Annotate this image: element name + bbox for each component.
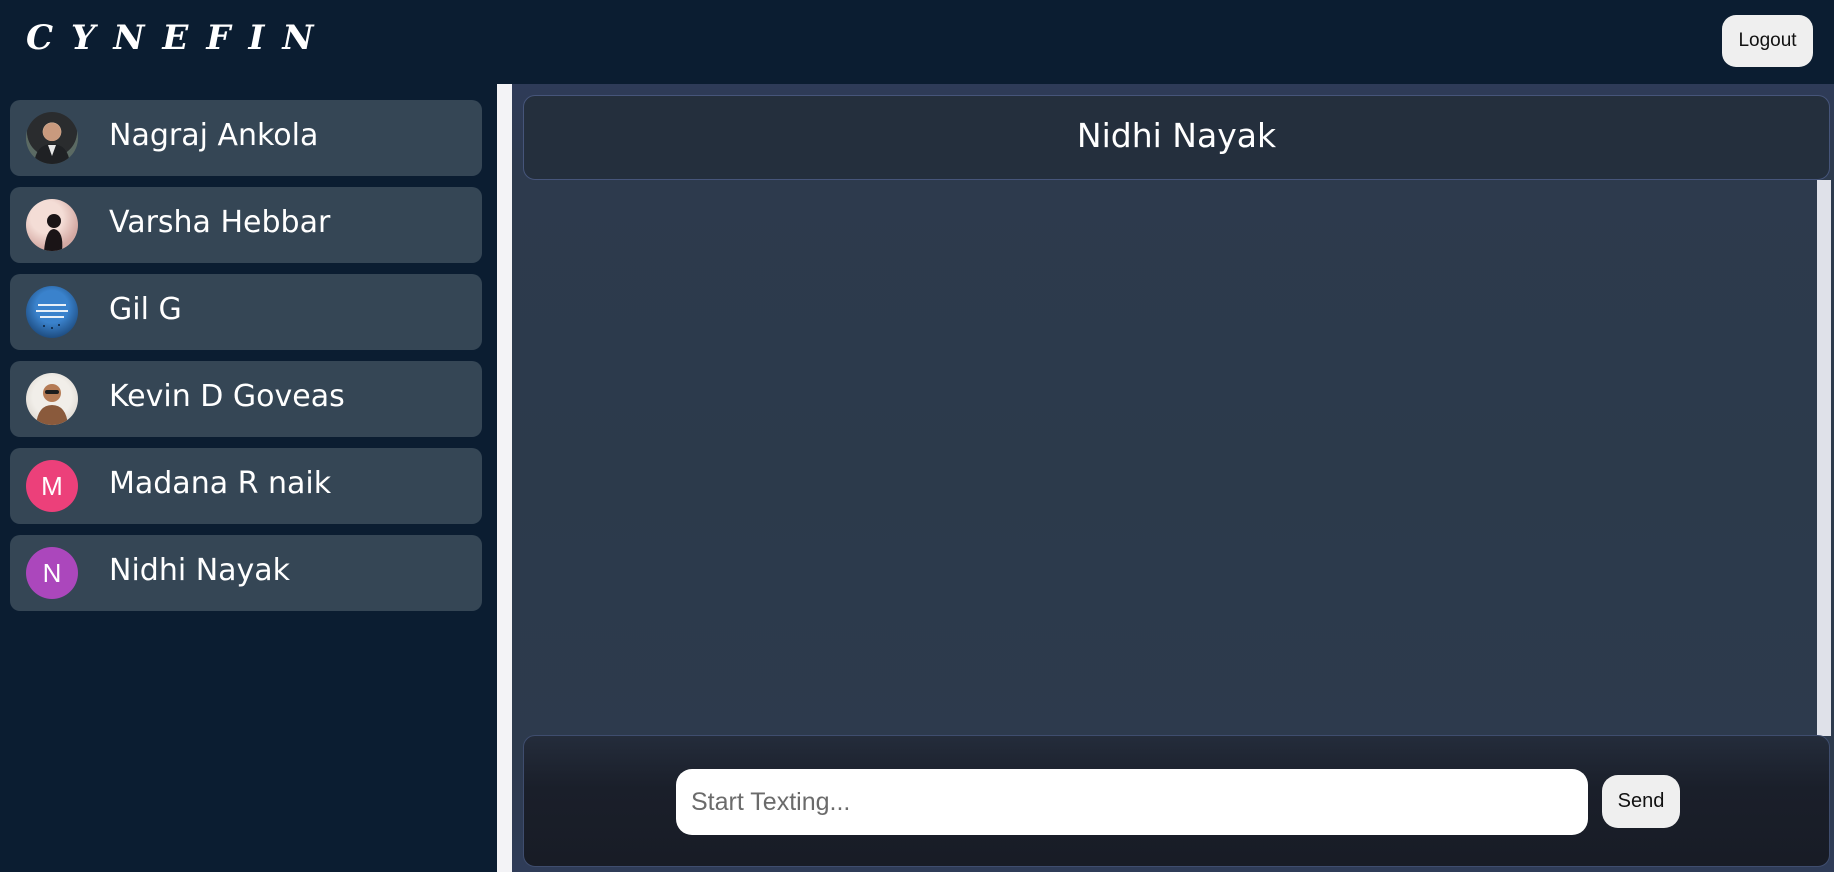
message-composer: Send — [523, 735, 1830, 867]
message-input[interactable] — [676, 769, 1588, 835]
contact-item-nagraj-ankola[interactable]: Nagraj Ankola — [10, 100, 482, 176]
logout-button[interactable]: Logout — [1722, 15, 1813, 67]
chat-header: Nidhi Nayak — [523, 95, 1830, 180]
avatar — [26, 286, 78, 338]
profile-photo-icon — [36, 304, 68, 329]
contact-name: Gil G — [109, 292, 182, 327]
message-scrollbar[interactable] — [1817, 180, 1831, 736]
contact-item-madana-r-naik[interactable]: M Madana R naik — [10, 448, 482, 524]
avatar — [26, 373, 78, 425]
message-area[interactable] — [523, 180, 1815, 736]
app-logo: CYNEFIN — [26, 18, 332, 58]
avatar: M — [26, 460, 78, 512]
contact-item-gil-g[interactable]: Gil G — [10, 274, 482, 350]
contact-item-kevin-d-goveas[interactable]: Kevin D Goveas — [10, 361, 482, 437]
top-bar: CYNEFIN Logout — [0, 0, 1834, 84]
chat-panel: Nidhi Nayak Send — [512, 84, 1834, 872]
profile-photo-icon — [36, 384, 68, 425]
contact-item-nidhi-nayak[interactable]: N Nidhi Nayak — [10, 535, 482, 611]
contact-name: Madana R naik — [109, 466, 332, 501]
avatar — [26, 112, 78, 164]
chat-title: Nidhi Nayak — [1076, 116, 1277, 155]
profile-photo-icon — [34, 123, 70, 164]
contact-name: Nagraj Ankola — [109, 118, 319, 153]
contact-item-varsha-hebbar[interactable]: Varsha Hebbar — [10, 187, 482, 263]
panel-divider — [497, 84, 512, 872]
avatar — [26, 199, 78, 251]
contact-name: Nidhi Nayak — [109, 553, 291, 588]
contact-name: Varsha Hebbar — [109, 205, 331, 240]
profile-photo-icon — [44, 214, 63, 251]
avatar: N — [26, 547, 78, 599]
send-button[interactable]: Send — [1602, 775, 1680, 828]
contact-name: Kevin D Goveas — [109, 379, 345, 414]
contact-list: Nagraj Ankola Varsha Hebbar Gil G Kevin … — [0, 84, 496, 872]
